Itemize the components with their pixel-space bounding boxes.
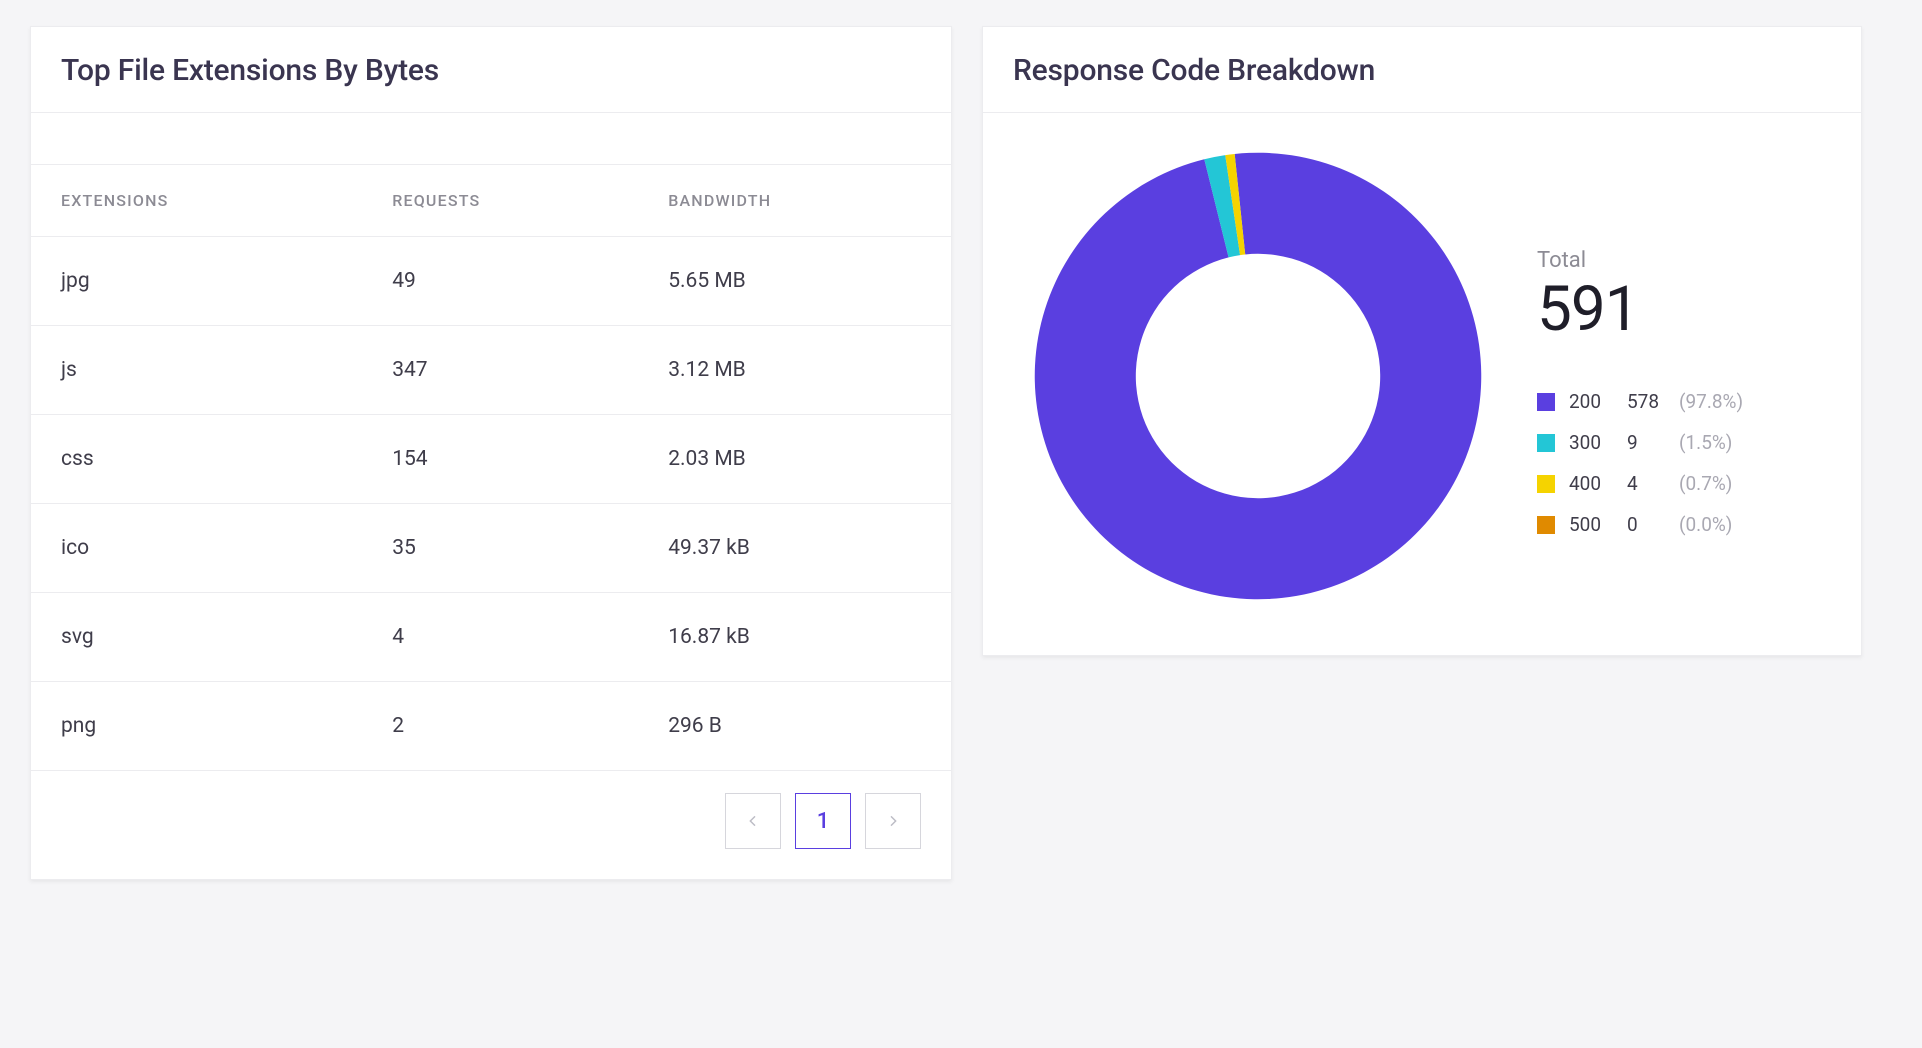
table-header-bandwidth[interactable]: BANDWIDTH (638, 165, 951, 237)
chevron-right-icon (885, 813, 901, 829)
table-row: png2296 B (31, 682, 951, 771)
pager-next-button[interactable] (865, 793, 921, 849)
cell-extension: svg (31, 593, 362, 682)
top-file-extensions-card: Top File Extensions By Bytes EXTENSIONS … (30, 26, 952, 880)
cell-bandwidth: 16.87 kB (638, 593, 951, 682)
legend-swatch (1537, 434, 1555, 452)
legend-count: 4 (1627, 472, 1679, 495)
pager-current-page: 1 (817, 809, 830, 834)
cell-extension: css (31, 415, 362, 504)
legend-swatch (1537, 516, 1555, 534)
cell-extension: js (31, 326, 362, 415)
spacer-row (31, 113, 951, 165)
chevron-left-icon (745, 813, 761, 829)
legend-count: 0 (1627, 513, 1679, 536)
table-row: css1542.03 MB (31, 415, 951, 504)
legend-pct: (0.7%) (1679, 472, 1732, 495)
legend-swatch (1537, 475, 1555, 493)
cell-requests: 154 (362, 415, 638, 504)
cell-bandwidth: 49.37 kB (638, 504, 951, 593)
legend-swatch (1537, 393, 1555, 411)
total-value: 591 (1537, 273, 1821, 346)
legend-code: 200 (1569, 390, 1627, 413)
cell-requests: 2 (362, 682, 638, 771)
legend-code: 300 (1569, 431, 1627, 454)
card-title: Top File Extensions By Bytes (61, 53, 921, 88)
cell-bandwidth: 3.12 MB (638, 326, 951, 415)
response-code-breakdown-card: Response Code Breakdown Total 591 200578… (982, 26, 1862, 656)
table-row: ico3549.37 kB (31, 504, 951, 593)
legend-count: 9 (1627, 431, 1679, 454)
card-title: Response Code Breakdown (1013, 53, 1831, 88)
cell-requests: 4 (362, 593, 638, 682)
pager-page-button[interactable]: 1 (795, 793, 851, 849)
legend-row: 5000(0.0%) (1537, 513, 1821, 536)
table-header-extensions[interactable]: EXTENSIONS (31, 165, 362, 237)
legend: 200578(97.8%) 3009(1.5%) 4004(0.7%) 5000(0.… (1537, 390, 1821, 536)
legend-row: 200578(97.8%) (1537, 390, 1821, 413)
cell-extension: png (31, 682, 362, 771)
total-label: Total (1537, 248, 1821, 273)
cell-bandwidth: 296 B (638, 682, 951, 771)
legend-pct: (1.5%) (1679, 431, 1732, 454)
extensions-table: EXTENSIONS REQUESTS BANDWIDTH jpg495.65 … (31, 165, 951, 771)
table-row: js3473.12 MB (31, 326, 951, 415)
pagination: 1 (31, 771, 951, 879)
donut-slice-200[interactable] (1035, 153, 1482, 600)
legend-code: 500 (1569, 513, 1627, 536)
legend-code: 400 (1569, 472, 1627, 495)
table-header-requests[interactable]: REQUESTS (362, 165, 638, 237)
table-row: jpg495.65 MB (31, 237, 951, 326)
cell-bandwidth: 5.65 MB (638, 237, 951, 326)
legend-count: 578 (1627, 390, 1679, 413)
cell-requests: 35 (362, 504, 638, 593)
cell-bandwidth: 2.03 MB (638, 415, 951, 504)
cell-extension: jpg (31, 237, 362, 326)
cell-requests: 347 (362, 326, 638, 415)
card-header: Response Code Breakdown (983, 27, 1861, 113)
legend-row: 3009(1.5%) (1537, 431, 1821, 454)
donut-chart (1023, 141, 1493, 611)
legend-row: 4004(0.7%) (1537, 472, 1821, 495)
cell-requests: 49 (362, 237, 638, 326)
card-header: Top File Extensions By Bytes (31, 27, 951, 113)
legend-pct: (97.8%) (1679, 390, 1743, 413)
table-row: svg416.87 kB (31, 593, 951, 682)
cell-extension: ico (31, 504, 362, 593)
legend-pct: (0.0%) (1679, 513, 1732, 536)
pager-prev-button[interactable] (725, 793, 781, 849)
